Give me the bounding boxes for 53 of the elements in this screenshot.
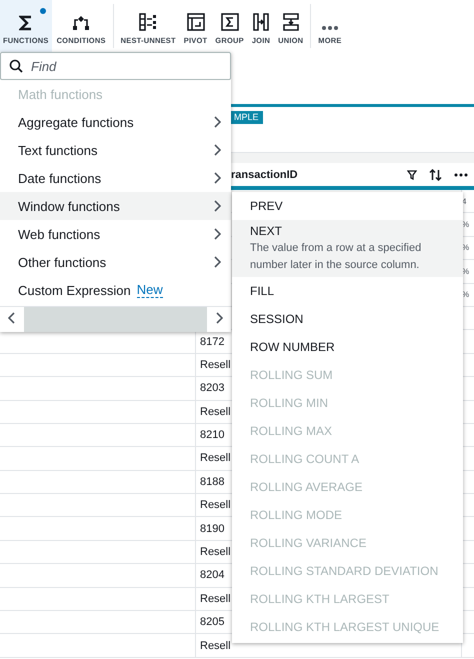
search-icon [9, 59, 23, 73]
pivot-icon [186, 13, 205, 31]
column-header-title: ransactionID [231, 168, 299, 180]
menu-item[interactable]: Text functions [0, 136, 231, 164]
more-icon [320, 25, 339, 31]
search-field[interactable]: Find [0, 52, 231, 80]
table-cell: 8204 [200, 569, 224, 582]
sample-tab-label: MPLE [230, 111, 263, 124]
menu-item[interactable]: SESSION [232, 305, 463, 333]
chevron-right-icon [213, 172, 221, 184]
filter-icon[interactable] [407, 170, 417, 180]
table-cell: Resell [200, 640, 231, 652]
menu-item[interactable]: Aggregate functions [0, 108, 231, 136]
more-icon[interactable] [454, 172, 468, 176]
scrollbar-thumb[interactable] [24, 307, 207, 332]
union-icon [282, 13, 300, 31]
table-cell: Resell [200, 546, 231, 558]
table-cell: 8190 [200, 522, 224, 535]
menu-item[interactable]: Web functions [0, 220, 231, 248]
menu-item[interactable]: Other functions [0, 248, 231, 276]
search-input[interactable]: Find [29, 58, 209, 74]
table-cell: 8210 [200, 429, 224, 442]
join-icon [252, 13, 270, 31]
new-link[interactable]: New [136, 282, 163, 298]
menu-item[interactable]: Custom Expression New [0, 276, 231, 304]
table-cell: 8188 [200, 476, 224, 488]
table-cell: 8172 [200, 336, 224, 348]
table-cell: Resell [200, 592, 231, 605]
menu-item[interactable]: NEXT The value from a row at a specified number later in the source column. [232, 220, 463, 277]
sigma-box-icon [220, 13, 239, 31]
horizontal-scrollbar[interactable] [0, 306, 231, 332]
menu-item[interactable]: PREV [232, 192, 463, 220]
scroll-left-icon [8, 312, 16, 324]
menu-item[interactable]: FILL [232, 277, 463, 305]
chevron-right-icon [213, 144, 221, 156]
nest-icon [139, 13, 158, 31]
menu-item[interactable]: Window functions [0, 192, 231, 220]
menu-item[interactable]: ROW NUMBER [232, 333, 463, 361]
table-cell: Resell [200, 358, 231, 371]
menu-item[interactable]: Date functions [0, 164, 231, 192]
table-cell: Resell [200, 499, 231, 512]
sort-icon[interactable] [429, 168, 442, 180]
chevron-right-icon [213, 200, 221, 212]
table-cell: 8205 [200, 616, 224, 628]
chevron-right-icon [213, 256, 221, 268]
table-cell: Resell [200, 452, 231, 464]
table-cell: 8203 [200, 382, 224, 394]
table-cell: Resell [200, 406, 231, 418]
sigma-icon [18, 15, 33, 31]
scroll-right-icon [215, 312, 223, 324]
chevron-right-icon [213, 228, 221, 240]
chevron-right-icon [213, 116, 221, 128]
flowchart-icon [72, 15, 90, 31]
